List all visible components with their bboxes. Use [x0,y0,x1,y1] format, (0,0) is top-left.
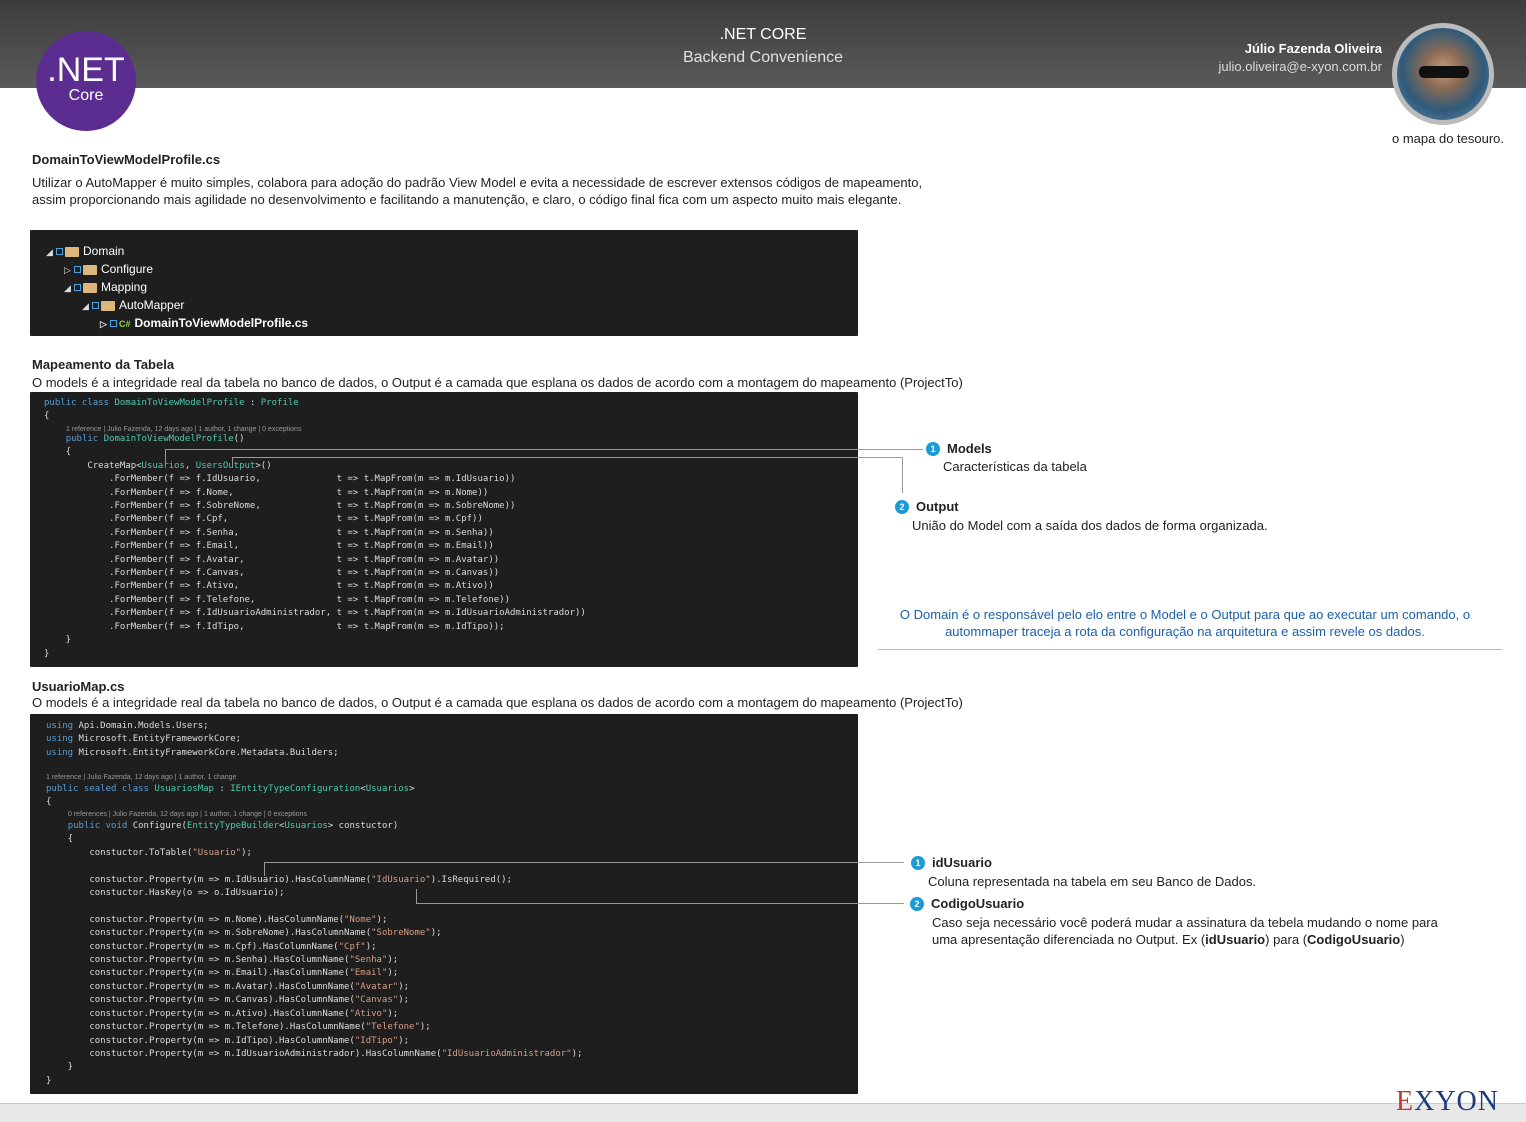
code-block-profile-head: public class DomainToViewModelProfile : … [44,398,299,422]
avatar [1392,23,1494,125]
tree-item-domain[interactable]: ◢ Domain [46,243,124,259]
section-description-mapeamento: O models é a integridade real da tabela … [32,375,963,390]
connector-models-tick [165,449,166,463]
code-block-profile-body: public DomainToViewModelProfile() { Crea… [44,434,586,659]
connector-output [232,457,902,458]
lock-icon [92,302,99,310]
header-bar: .NET CORE Backend Convenience Júlio Faze… [0,0,1526,88]
expand-icon[interactable]: ◢ [46,244,56,260]
exyon-logo: EXYON [1396,1086,1499,1117]
section-description-profile: Utilizar o AutoMapper é muito simples, c… [32,175,923,207]
csharp-file-icon: C# [119,319,131,329]
collapse-icon[interactable]: ▷ [100,316,110,332]
connector-output-down [902,457,903,493]
connector-output-tick [232,457,233,465]
section-title-usuariomap: UsuarioMap.cs [32,679,125,694]
solution-explorer-panel: ◢ Domain ▷ Configure ◢ Mapping ◢ AutoMapper … [30,230,858,336]
annotation-title-idusuario: idUsuario [932,855,992,870]
code-editor-usuariomap: using Api.Domain.Models.Users; using Mic… [30,714,858,1094]
connector-idusuario-tick [264,862,265,876]
folder-icon [65,246,79,257]
sunglasses-icon [1419,66,1469,78]
codelens-reference[interactable]: 0 references | Julio Fazenda, 12 days ag… [68,811,307,818]
lock-icon [110,320,117,328]
annotation-desc-idusuario: Coluna representada na tabela em seu Ban… [928,874,1257,889]
codelens-reference[interactable]: 1 reference | Julio Fazenda, 12 days ago… [66,426,301,433]
avatar-caption: o mapa do tesouro. [1392,131,1505,146]
tree-item-mapping[interactable]: ◢ Mapping [64,279,147,295]
tree-item-configure[interactable]: ▷ Configure [64,261,153,277]
author-email[interactable]: julio.oliveira@e-xyon.com.br [1219,59,1382,74]
lock-icon [74,266,81,274]
lock-icon [74,284,81,292]
logo-core-text: Core [68,87,104,104]
annotation-badge-2: 2 [895,500,909,514]
logo-net-text: .NET [47,51,125,89]
annotation-title-output: Output [916,499,959,514]
lock-icon [56,248,63,256]
footer-bar [0,1103,1526,1122]
code-block-configure: public void Configure(EntityTypeBuilder<… [46,821,583,1086]
annotation-title-models: Models [947,441,992,456]
collapse-icon[interactable]: ▷ [64,262,74,278]
folder-icon [101,300,115,311]
annotation-desc-codigousuario: Caso seja necessário você poderá mudar a… [932,915,1438,947]
tree-item-profile-file[interactable]: ▷ C# DomainToViewModelProfile.cs [100,315,308,331]
domain-note: O Domain é o responsável pelo elo entre … [899,607,1471,639]
section-title-profile: DomainToViewModelProfile.cs [32,152,221,167]
code-editor-profile: public class DomainToViewModelProfile : … [30,392,858,667]
divider [878,649,1502,650]
connector-models [165,449,923,450]
code-block-class-head: public sealed class UsuariosMap : IEntit… [46,784,415,808]
code-block-usings: using Api.Domain.Models.Users; using Mic… [46,721,339,758]
section-title-mapeamento: Mapeamento da Tabela [32,357,175,372]
folder-icon [83,282,97,293]
tree-item-automapper[interactable]: ◢ AutoMapper [82,297,184,313]
expand-icon[interactable]: ◢ [82,298,92,314]
connector-codigousuario-tick [416,889,417,903]
expand-icon[interactable]: ◢ [64,280,74,296]
codelens-reference[interactable]: 1 reference | Julio Fazenda, 12 days ago… [46,774,236,781]
annotation-badge-1: 1 [911,856,925,870]
annotation-badge-2: 2 [910,897,924,911]
section-description-usuariomap: O models é a integridade real da tabela … [32,695,963,710]
annotation-title-codigousuario: CodigoUsuario [931,896,1025,911]
connector-codigousuario [416,903,904,904]
annotation-desc-models: Características da tabela [943,459,1087,474]
dotnet-core-logo: .NET Core [36,31,136,131]
author-name: Júlio Fazenda Oliveira [1244,41,1382,56]
annotation-badge-1: 1 [926,442,940,456]
connector-idusuario [264,862,904,863]
annotation-desc-output: União do Model com a saída dos dados de … [912,518,1268,533]
folder-icon [83,264,97,275]
